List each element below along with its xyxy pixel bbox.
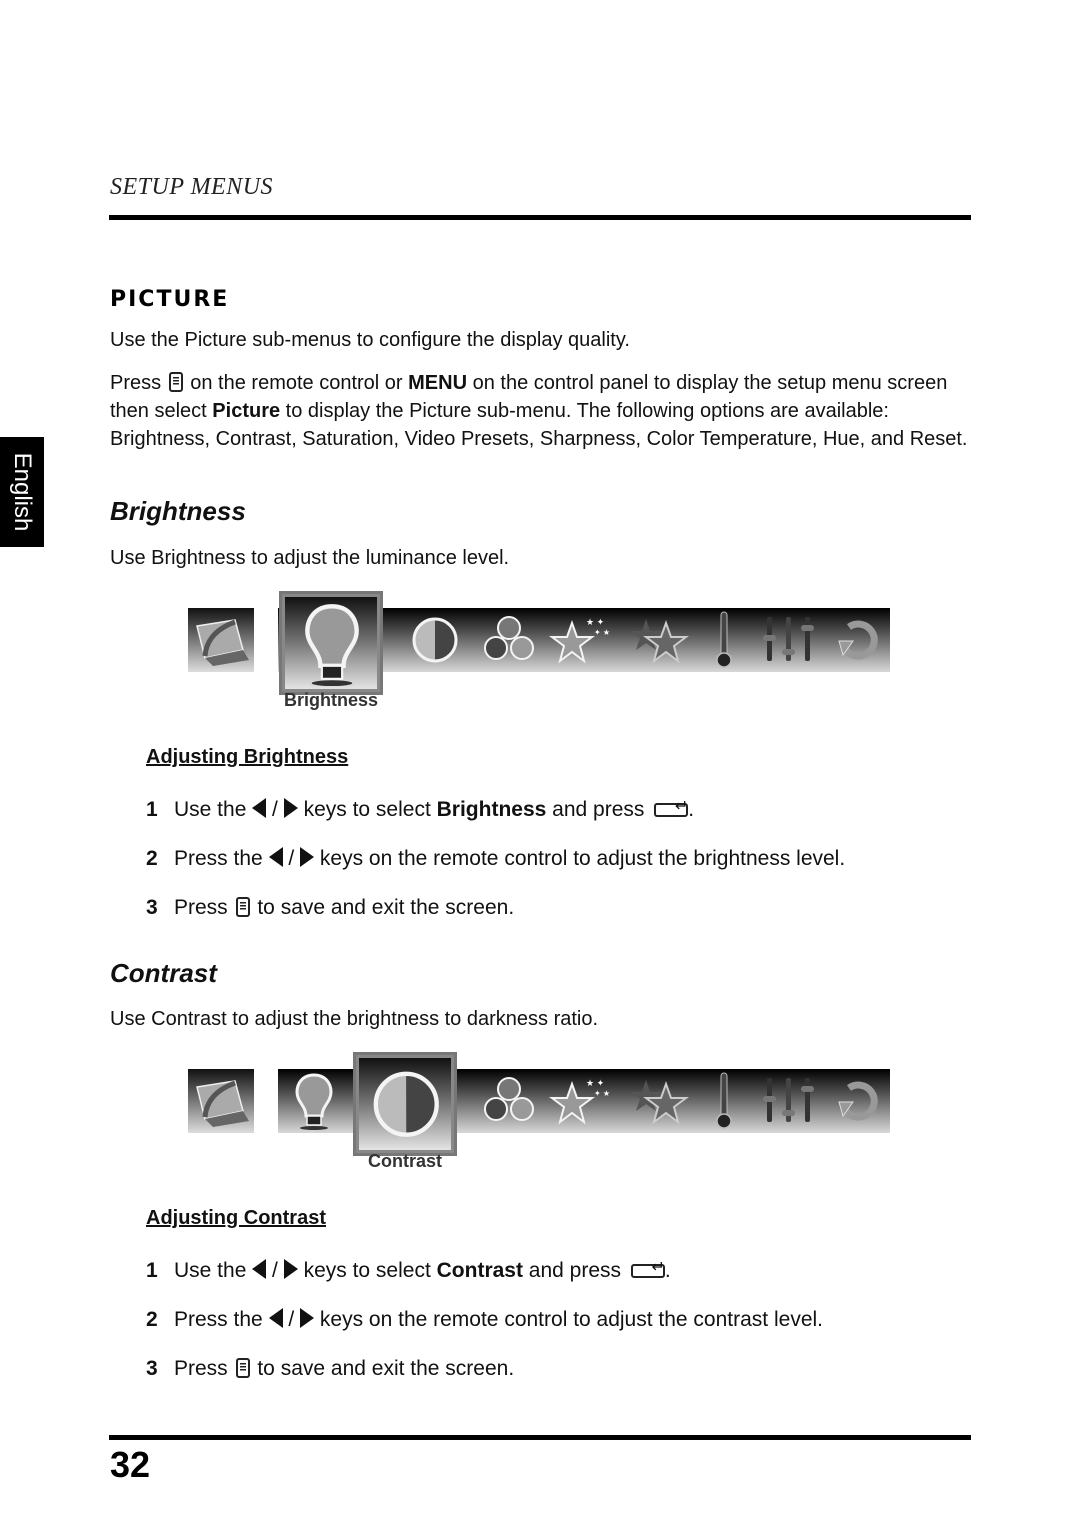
step-number: 2 (146, 1308, 158, 1331)
step-number: 3 (146, 1357, 158, 1380)
text-run: keys to select (297, 798, 437, 821)
selected-menu-item-bg (285, 597, 377, 689)
thermometer-icon (712, 1071, 736, 1131)
color-circles-icon (481, 1075, 537, 1127)
right-arrow-icon (300, 847, 315, 867)
picture-label: Picture (212, 400, 281, 422)
contrast-selected-label: Contrast (367, 1151, 442, 1171)
selected-menu-item (279, 591, 383, 695)
text-run: Press the (174, 1308, 269, 1331)
contrast-step-1: 1 Use the / keys to select Contrast and p… (146, 1257, 671, 1285)
bold-term: Contrast (436, 1259, 523, 1282)
language-tab: English (0, 437, 44, 547)
bold-term: Brightness (436, 798, 547, 821)
text-run: keys to select (297, 1259, 437, 1282)
left-arrow-icon (268, 1308, 283, 1328)
brightness-description: Use Brightness to adjust the luminance l… (110, 547, 510, 569)
laptop-icon (191, 612, 251, 668)
intro-text: Use the Picture sub-menus to configure t… (110, 329, 630, 351)
text-run: and press (546, 798, 651, 821)
contrast-description: Use Contrast to adjust the brightness to… (110, 1008, 599, 1030)
left-arrow-icon (252, 1259, 267, 1279)
picture-instructions: Press on the remote control or MENU on t… (110, 369, 970, 453)
brightness-step-1: 1 Use the / keys to select Brightness and… (146, 796, 694, 824)
lightbulb-icon (303, 602, 361, 687)
step-number: 1 (146, 798, 158, 821)
reset-icon (835, 617, 881, 663)
svg-text:★ ✦: ★ ✦ (586, 1078, 605, 1088)
step-number: 3 (146, 896, 158, 919)
adjusting-brightness-title: Adjusting Brightness (146, 746, 349, 768)
contrast-circle-icon (370, 1068, 443, 1141)
lightbulb-icon (294, 1072, 334, 1130)
enter-icon (654, 797, 689, 817)
laptop-icon (191, 1073, 251, 1129)
text-run: on the remote control or (184, 372, 409, 394)
text-run: / (282, 1308, 301, 1331)
contrast-step-2: 2 Press the / keys on the remote control … (146, 1306, 823, 1334)
brightness-selected-label: Brightness (283, 690, 379, 710)
text-run: and press (522, 1259, 627, 1282)
color-circles-icon (481, 614, 537, 666)
menu-icon (235, 897, 250, 917)
language-tab-label: English (9, 452, 36, 532)
text-run: / (282, 847, 301, 870)
svg-text:✦ ★: ✦ ★ (594, 1089, 610, 1098)
text-run: / (266, 1259, 284, 1282)
thermometer-icon (712, 610, 736, 670)
footer-divider (109, 1435, 971, 1440)
text-run: keys on the remote control to adjust the… (314, 1308, 823, 1331)
sliders-icon (758, 1074, 818, 1128)
brightness-title: Brightness (110, 496, 246, 526)
contrast-step-3: 3 Press to save and exit the screen. (146, 1355, 514, 1383)
header-divider (109, 215, 971, 220)
menu-key-label: MENU (408, 372, 468, 394)
text-run: Use the (174, 798, 253, 821)
text-run: keys on the remote control to adjust the… (314, 847, 846, 870)
page-number: 32 (110, 1444, 151, 1485)
svg-text:✦ ★: ✦ ★ (594, 628, 610, 637)
section-title: PICTURE (110, 287, 230, 312)
reset-icon (835, 1078, 881, 1124)
sparkle-star-icon: ★ ✦ ✦ ★ (548, 613, 612, 667)
text-run: Press the (174, 847, 269, 870)
right-arrow-icon (283, 798, 298, 818)
section-header: SETUP MENUS (110, 174, 274, 200)
text-run: Use the (174, 1259, 253, 1282)
menu-icon (235, 1358, 250, 1378)
menu-icon (168, 372, 183, 392)
right-arrow-icon (283, 1259, 298, 1279)
step-number: 2 (146, 847, 158, 870)
text-run: . (664, 1259, 671, 1282)
left-arrow-icon (252, 798, 267, 818)
brightness-step-2: 2 Press the / keys on the remote control … (146, 845, 845, 873)
right-arrow-icon (300, 1308, 315, 1328)
text-run: Press (174, 1357, 234, 1380)
text-run: to save and exit the screen. (251, 896, 515, 919)
double-star-icon (626, 1074, 690, 1128)
enter-icon (630, 1258, 665, 1278)
text-run: / (266, 798, 284, 821)
left-arrow-icon (268, 847, 283, 867)
sparkle-star-icon: ★ ✦ ✦ ★ (548, 1074, 612, 1128)
selected-menu-item-bg (359, 1058, 451, 1150)
contrast-title: Contrast (110, 958, 217, 988)
brightness-step-3: 3 Press to save and exit the screen. (146, 894, 514, 922)
text-run: . (688, 798, 695, 821)
step-number: 1 (146, 1259, 158, 1282)
double-star-icon (626, 613, 690, 667)
text-run: Press (110, 372, 162, 394)
selected-menu-item (353, 1052, 457, 1156)
menu-tab-input (188, 1069, 254, 1133)
svg-text:★ ✦: ★ ✦ (586, 617, 605, 627)
adjusting-contrast-title: Adjusting Contrast (146, 1207, 326, 1229)
text-run: to save and exit the screen. (251, 1357, 515, 1380)
contrast-circle-icon (410, 615, 460, 665)
text-run: Press (174, 896, 234, 919)
menu-tab-input (188, 608, 254, 672)
sliders-icon (758, 613, 818, 667)
